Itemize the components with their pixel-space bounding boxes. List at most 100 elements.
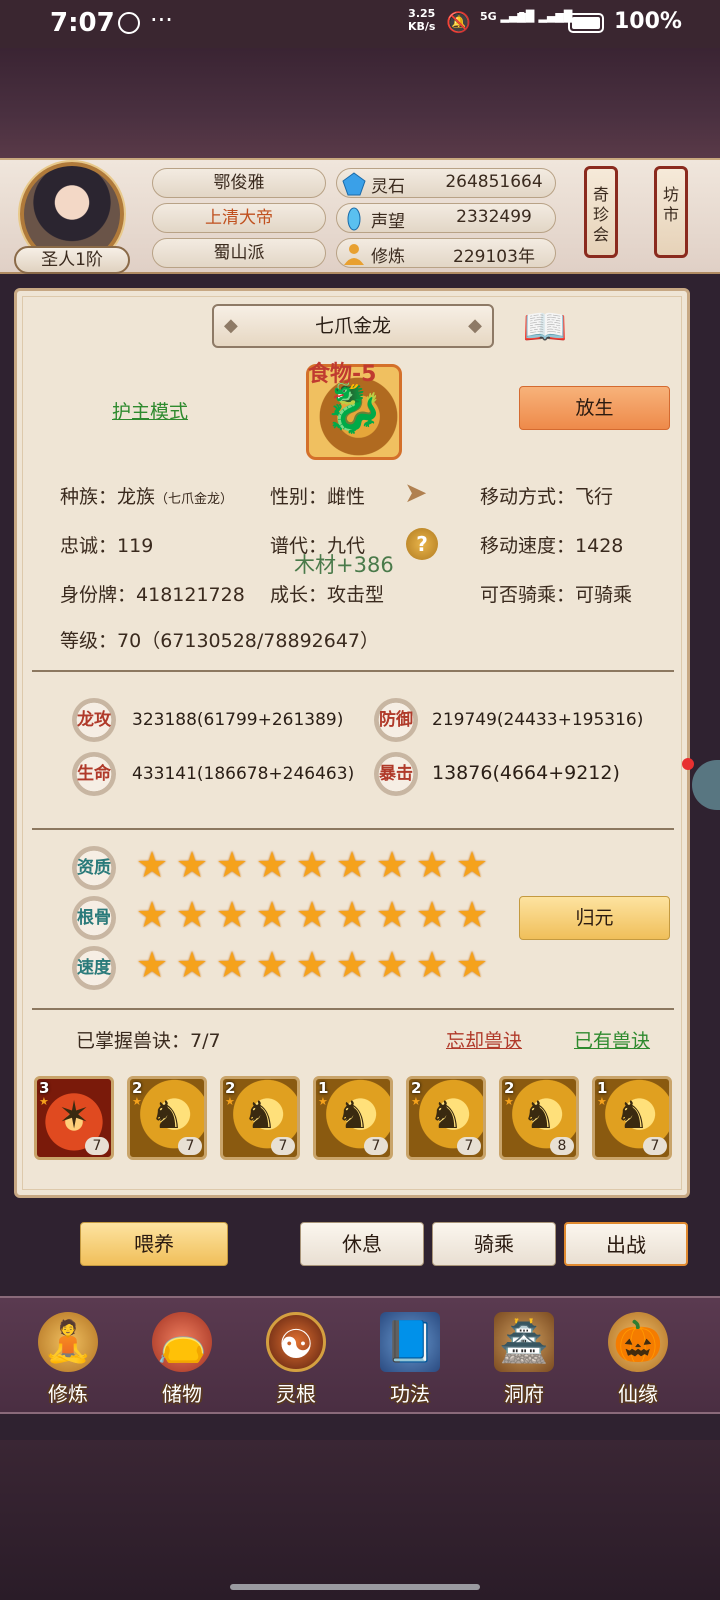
more-dots-icon: ··· <box>150 6 173 34</box>
nav-label: 修炼 <box>48 1382 88 1406</box>
nav-label: 储物 <box>162 1382 202 1406</box>
arrow-icon[interactable]: ➤ <box>404 476 427 509</box>
release-button[interactable]: 放生 <box>519 386 670 430</box>
star-icon: ★ <box>175 895 209 936</box>
status-bar: 7:07 ··· 3.25 KB/s 🔕 5G ▂▄▆█ 5G ▂▄▆█ 100% <box>0 0 720 48</box>
nav-storage[interactable]: 👝 储物 <box>134 1300 230 1410</box>
status-time: 7:07 <box>50 8 115 38</box>
skill-count: 7 <box>457 1137 481 1155</box>
return-origin-button[interactable]: 归元 <box>519 896 670 940</box>
star-icon: ★ <box>455 845 489 886</box>
species-info: 种族：龙族（七爪金龙） <box>60 486 234 508</box>
star-icon: ★ <box>415 845 449 886</box>
rideable-info: 可否骑乘：可骑乘 <box>480 584 633 606</box>
star-icon: ★ <box>597 1095 607 1108</box>
skill-count: 7 <box>271 1137 295 1155</box>
skill-slot[interactable]: ♞ 1 ★ 7 <box>313 1076 393 1160</box>
technique-book-icon: 📘 <box>380 1312 440 1372</box>
storage-bag-icon: 👝 <box>152 1312 212 1372</box>
star-icon: ★ <box>175 945 209 986</box>
nav-spirit-root[interactable]: ☯ 灵根 <box>248 1300 344 1410</box>
speed-badge: 速度 <box>72 946 116 990</box>
star-icon: ★ <box>375 895 409 936</box>
skill-count: 7 <box>85 1137 109 1155</box>
loyalty-info: 忠诚：119 <box>60 535 154 557</box>
forget-skill-link[interactable]: 忘却兽诀 <box>446 1026 522 1053</box>
divider <box>32 670 674 672</box>
home-indicator[interactable] <box>230 1584 480 1590</box>
growth-info: 成长：攻击型 <box>270 584 385 606</box>
ride-button[interactable]: 骑乘 <box>432 1222 556 1266</box>
feed-button[interactable]: 喂养 <box>80 1222 228 1266</box>
resource-label: 声望 <box>371 212 405 232</box>
resource-spirit-stone: 灵石 264851664 <box>336 168 556 198</box>
attack-value: 323188(61799+261389) <box>132 710 344 730</box>
nav-destiny[interactable]: 🎃 仙缘 <box>590 1300 686 1410</box>
skill-slot[interactable]: ♞ 2 ★ 7 <box>220 1076 300 1160</box>
battery-icon <box>568 13 604 33</box>
help-icon[interactable]: ? <box>406 528 438 560</box>
bone-badge: 根骨 <box>72 896 116 940</box>
defense-value: 219749(24433+195316) <box>432 710 644 730</box>
nav-cave[interactable]: 🏯 洞府 <box>476 1300 572 1410</box>
resource-value: 229103年 <box>453 247 535 267</box>
nav-label: 功法 <box>390 1382 430 1406</box>
resource-value: 264851664 <box>445 172 543 192</box>
network-speed: 3.25 KB/s <box>408 7 436 33</box>
pet-name-title: 七爪金龙 <box>212 304 494 348</box>
battle-button[interactable]: 出战 <box>564 1222 688 1266</box>
notification-dot <box>682 758 694 770</box>
resource-value: 2332499 <box>456 207 532 227</box>
battery-percent: 100% <box>614 9 682 34</box>
owned-skill-link[interactable]: 已有兽诀 <box>574 1026 650 1053</box>
skill-slot[interactable]: ✶ 3 ★ 7 <box>34 1076 114 1160</box>
book-quill-icon[interactable]: 📖 <box>518 306 572 350</box>
floating-edge-handle[interactable] <box>692 760 720 810</box>
spirit-stone-icon <box>341 171 367 197</box>
skill-slot[interactable]: ♞ 2 ★ 7 <box>127 1076 207 1160</box>
attack-badge: 龙攻 <box>72 698 116 742</box>
player-name: 鄂俊雅 <box>152 168 326 198</box>
nav-cultivate[interactable]: 🧘 修炼 <box>20 1300 116 1410</box>
scene-background <box>0 48 720 160</box>
star-icon: ★ <box>375 845 409 886</box>
skill-slot[interactable]: ♞ 2 ★ 7 <box>406 1076 486 1160</box>
wood-change-float: 木材+386 <box>294 553 394 577</box>
lantern-treasure-fair[interactable]: 奇珍会 <box>584 166 618 258</box>
mute-bell-icon: 🔕 <box>446 10 471 34</box>
star-icon: ★ <box>455 895 489 936</box>
star-icon: ★ <box>455 945 489 986</box>
skill-slot[interactable]: ♞ 2 ★ 8 <box>499 1076 579 1160</box>
aptitude-stars: ★ ★ ★ ★ ★ ★ ★ ★ ★ <box>134 848 490 888</box>
star-icon: ★ <box>335 895 369 936</box>
star-icon: ★ <box>318 1095 328 1108</box>
skill-slot[interactable]: ♞ 1 ★ 7 <box>592 1076 672 1160</box>
lantern-market[interactable]: 坊市 <box>654 166 688 258</box>
resource-reputation: 声望 2332499 <box>336 203 556 233</box>
star-icon: ★ <box>335 845 369 886</box>
star-icon: ★ <box>175 845 209 886</box>
rest-button[interactable]: 休息 <box>300 1222 424 1266</box>
hp-value: 433141(186678+246463) <box>132 764 355 784</box>
resource-label: 灵石 <box>371 177 405 197</box>
divider <box>32 828 674 830</box>
star-icon: ★ <box>504 1095 514 1108</box>
guard-mode-link[interactable]: 护主模式 <box>112 397 188 424</box>
cultivation-icon <box>341 241 367 267</box>
gender-info: 性别：雌性 <box>270 486 366 508</box>
rank-badge: 圣人1阶 <box>14 246 130 274</box>
crit-badge: 暴击 <box>374 752 418 796</box>
star-icon: ★ <box>415 895 449 936</box>
star-icon: ★ <box>295 895 329 936</box>
star-icon: ★ <box>215 895 249 936</box>
nav-technique[interactable]: 📘 功法 <box>362 1300 458 1410</box>
star-icon: ★ <box>39 1095 49 1108</box>
move-speed-info: 移动速度：1428 <box>480 535 624 557</box>
skill-count: 7 <box>643 1137 667 1155</box>
clock-icon <box>118 12 140 34</box>
level-info: 等级：70（67130528/78892647） <box>60 630 380 652</box>
star-icon: ★ <box>295 945 329 986</box>
resource-cultivation: 修炼 229103年 <box>336 238 556 268</box>
star-icon: ★ <box>255 895 289 936</box>
star-icon: ★ <box>215 945 249 986</box>
